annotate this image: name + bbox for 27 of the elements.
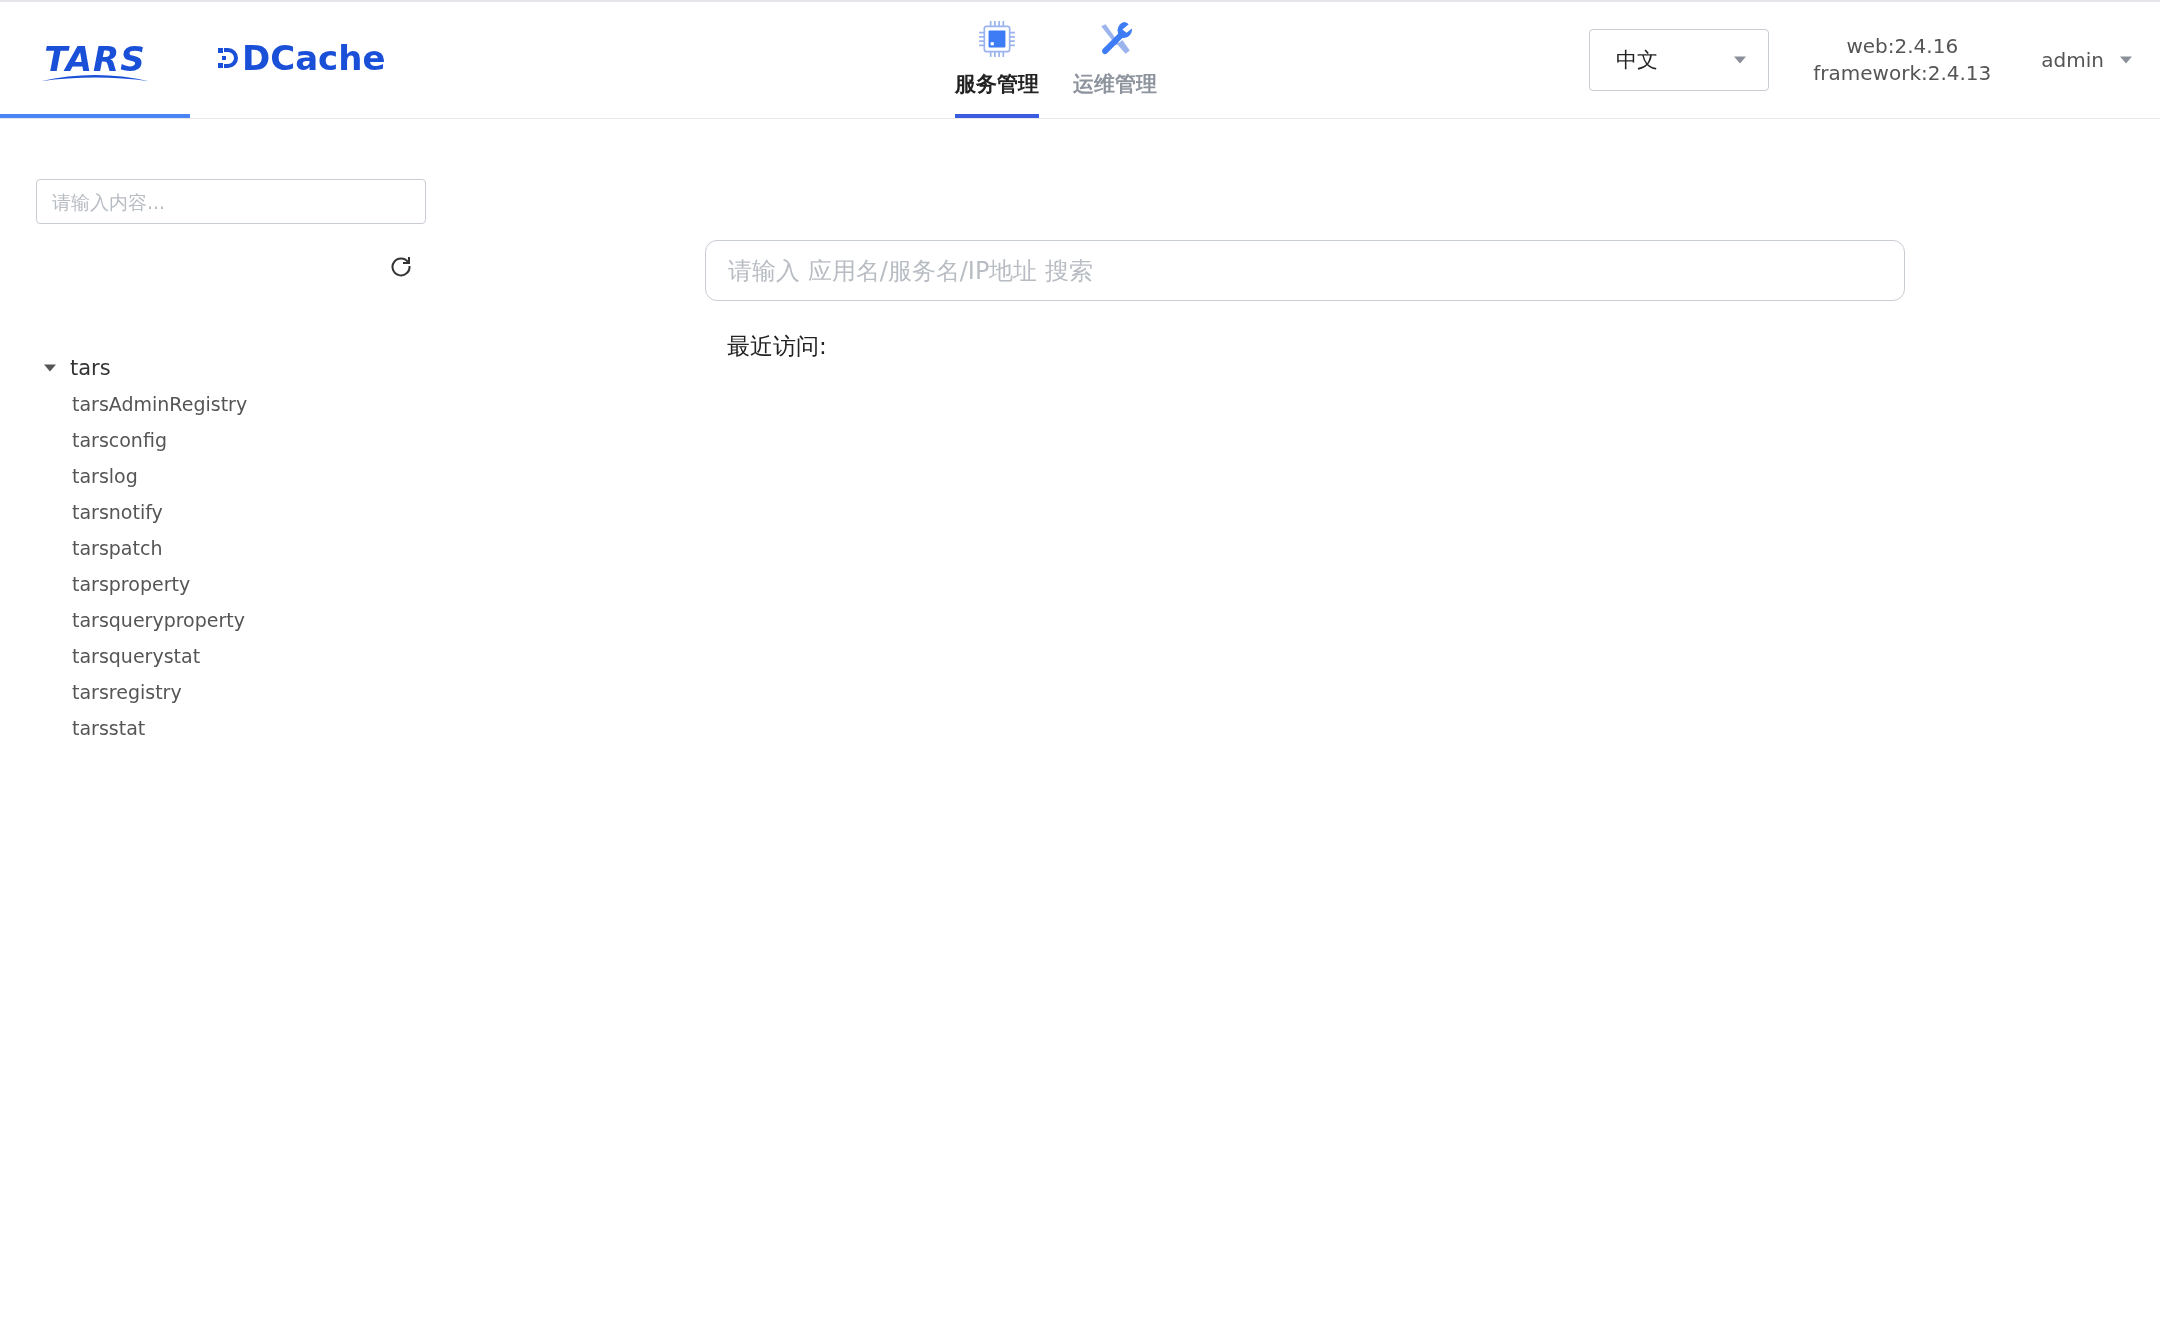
- tree-caret-icon[interactable]: [44, 364, 56, 372]
- caret-icon: [2120, 56, 2132, 64]
- tree-item[interactable]: tarsregistry: [36, 674, 440, 710]
- tree-item[interactable]: tarslog: [36, 458, 440, 494]
- chip-icon: [978, 20, 1016, 58]
- refresh-icon[interactable]: [389, 254, 413, 278]
- logo-mark-icon: [218, 46, 238, 70]
- tree-item[interactable]: tarsconfig: [36, 422, 440, 458]
- tree-item[interactable]: tarsAdminRegistry: [36, 386, 440, 422]
- tree-item[interactable]: tarsqueryproperty: [36, 602, 440, 638]
- service-search-field[interactable]: 请输入 应用名/服务名/IP地址 搜索: [705, 240, 1905, 301]
- tree-item[interactable]: tarsnotify: [36, 494, 440, 530]
- tree-item[interactable]: tarsstat: [36, 710, 440, 746]
- caret-icon: [1734, 56, 1747, 64]
- recent-visits-label: 最近访问:: [727, 332, 828, 361]
- tree-item[interactable]: tarsproperty: [36, 566, 440, 602]
- logo-tab[interactable]: TARS: [0, 2, 190, 118]
- tree-search-field[interactable]: 请输入内容...: [36, 179, 426, 224]
- tree-item[interactable]: tarsquerystat: [36, 638, 440, 674]
- tree-item[interactable]: tarspatch: [36, 530, 440, 566]
- logo-tab[interactable]: DCache: [190, 2, 414, 118]
- user-menu[interactable]: admin: [2041, 48, 2132, 72]
- version-text: framework:2.4.13: [1813, 60, 1992, 87]
- language-select[interactable]: 中文: [1589, 29, 1770, 91]
- version-text: web:2.4.16: [1846, 33, 1959, 60]
- tree-node[interactable]: tars: [70, 356, 111, 380]
- nav-tab[interactable]: 服务管理: [955, 2, 1039, 118]
